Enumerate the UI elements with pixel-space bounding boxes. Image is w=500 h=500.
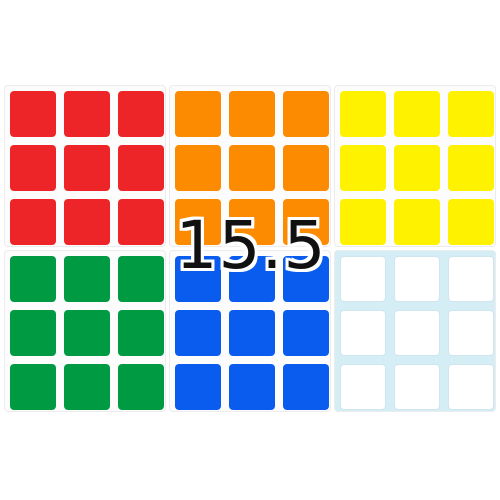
sticker — [394, 199, 440, 245]
sticker — [283, 364, 329, 410]
sticker — [340, 364, 386, 410]
sticker — [394, 145, 440, 191]
sticker — [64, 364, 110, 410]
sticker — [448, 310, 494, 356]
sticker — [175, 364, 221, 410]
sticker — [448, 199, 494, 245]
sticker — [64, 310, 110, 356]
white-sticker-sheet — [335, 251, 495, 411]
size-label: 15.5 — [175, 207, 327, 284]
sticker — [340, 145, 386, 191]
sticker — [229, 310, 275, 356]
sticker — [448, 91, 494, 137]
sticker — [448, 145, 494, 191]
sticker — [64, 256, 110, 302]
sticker — [175, 145, 221, 191]
sticker — [64, 145, 110, 191]
sticker — [118, 199, 164, 245]
sticker — [229, 364, 275, 410]
sticker — [118, 310, 164, 356]
sticker — [394, 256, 440, 302]
sticker — [118, 364, 164, 410]
sticker — [394, 310, 440, 356]
sticker — [118, 145, 164, 191]
sticker — [340, 310, 386, 356]
sticker — [340, 91, 386, 137]
sticker — [229, 145, 275, 191]
sticker — [448, 364, 494, 410]
sticker-sheet-canvas: 15.5 — [0, 0, 500, 500]
sticker — [118, 256, 164, 302]
sticker — [10, 91, 56, 137]
sticker — [340, 256, 386, 302]
sticker — [64, 199, 110, 245]
sticker — [283, 145, 329, 191]
yellow-sticker-sheet — [335, 86, 495, 246]
sticker — [175, 91, 221, 137]
green-sticker-sheet — [5, 251, 165, 411]
sticker — [10, 310, 56, 356]
sticker — [10, 364, 56, 410]
sticker — [283, 310, 329, 356]
sticker — [448, 256, 494, 302]
sticker — [10, 199, 56, 245]
sticker — [283, 91, 329, 137]
sticker — [394, 91, 440, 137]
sticker — [118, 91, 164, 137]
sticker — [10, 145, 56, 191]
sticker — [340, 199, 386, 245]
sticker — [64, 91, 110, 137]
sticker — [394, 364, 440, 410]
sticker — [10, 256, 56, 302]
sticker — [229, 91, 275, 137]
sticker — [175, 310, 221, 356]
red-sticker-sheet — [5, 86, 165, 246]
